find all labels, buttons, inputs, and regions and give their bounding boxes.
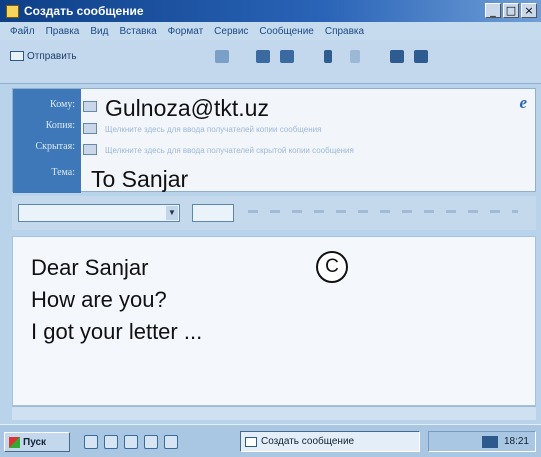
task-label: Создать сообщение (261, 436, 355, 447)
attach-icon[interactable] (324, 50, 332, 63)
menu-message[interactable]: Сообщение (259, 26, 313, 37)
menu-edit[interactable]: Правка (46, 26, 80, 37)
start-button[interactable]: Пуск (4, 432, 70, 452)
message-body[interactable]: Dear Sanjar How are you? I got your lett… (12, 236, 536, 406)
bcc-addressbook-icon[interactable] (83, 144, 97, 155)
header-labels: Кому: Копия: Скрытая: Тема: (13, 89, 81, 193)
envelope-icon (245, 436, 257, 447)
window-title: Создать сообщение (24, 4, 144, 18)
subject-field[interactable]: To Sanjar (91, 166, 188, 193)
windows-logo-icon (9, 436, 20, 448)
keyboard-layout-icon[interactable] (481, 435, 498, 448)
cc-field[interactable]: Щелкните здесь для ввода получателей коп… (105, 125, 321, 134)
clock: 18:21 (503, 436, 529, 447)
menu-help[interactable]: Справка (325, 26, 364, 37)
menu-tools[interactable]: Сервис (214, 26, 248, 37)
encrypt-icon[interactable] (414, 50, 428, 63)
to-label: Кому: (50, 99, 75, 110)
cc-addressbook-icon[interactable] (83, 123, 97, 134)
envelope-icon (6, 4, 19, 18)
menu-file[interactable]: Файл (10, 26, 35, 37)
font-size-select[interactable] (192, 204, 234, 222)
menu-format[interactable]: Формат (168, 26, 204, 37)
quicklaunch-folder-icon[interactable] (164, 435, 178, 449)
chevron-down-icon: ▼ (166, 206, 178, 220)
close-button[interactable]: × (521, 3, 537, 18)
window-controls: _ □ × (485, 3, 537, 18)
quicklaunch-ie-icon[interactable] (104, 435, 118, 449)
priority-icon[interactable] (350, 50, 360, 63)
menu-bar: Файл Правка Вид Вставка Формат Сервис Со… (0, 22, 541, 40)
send-icon (10, 51, 24, 61)
minimize-button[interactable]: _ (485, 3, 501, 18)
bcc-label: Скрытая: (35, 141, 75, 152)
message-header: Кому: Копия: Скрытая: Тема: Gulnoza@tkt.… (12, 88, 536, 193)
quicklaunch-channels-icon[interactable] (144, 435, 158, 449)
taskbar: Пуск Создать сообщение 18:21 (0, 424, 541, 457)
maximize-button[interactable]: □ (503, 3, 519, 18)
menu-view[interactable]: Вид (90, 26, 108, 37)
bcc-field[interactable]: Щелкните здесь для ввода получателей скр… (105, 146, 354, 155)
quicklaunch-mail-icon[interactable] (124, 435, 138, 449)
menu-insert[interactable]: Вставка (119, 26, 156, 37)
subject-label: Тема: (51, 167, 75, 178)
undo-icon[interactable] (215, 50, 229, 63)
annotation-label: C (316, 251, 348, 283)
check-names-icon[interactable] (256, 50, 270, 63)
cc-label: Копия: (45, 120, 75, 131)
format-buttons[interactable] (248, 210, 518, 213)
to-addressbook-icon[interactable] (83, 101, 97, 112)
format-toolbar: ▼ (12, 196, 536, 230)
system-tray: 18:21 (428, 431, 536, 452)
font-select[interactable]: ▼ (18, 204, 180, 222)
sign-icon[interactable] (390, 50, 404, 63)
body-line: Dear Sanjar (31, 255, 149, 280)
status-bar (12, 406, 536, 420)
toolbar: Отправить (0, 40, 541, 84)
task-compose-button[interactable]: Создать сообщение (240, 431, 420, 452)
send-button[interactable]: Отправить (10, 48, 77, 64)
ie-logo-icon: e (519, 93, 527, 112)
body-line: I got your letter ... (31, 319, 203, 344)
quicklaunch-desktop-icon[interactable] (84, 435, 98, 449)
title-bar[interactable]: Создать сообщение _ □ × (0, 0, 541, 22)
compose-window: Создать сообщение _ □ × Файл Правка Вид … (0, 0, 541, 457)
start-label: Пуск (23, 436, 47, 448)
send-label: Отправить (27, 50, 77, 62)
spelling-icon[interactable] (280, 50, 294, 63)
body-line: How are you? (31, 287, 167, 312)
to-field[interactable]: Gulnoza@tkt.uz (105, 95, 269, 122)
